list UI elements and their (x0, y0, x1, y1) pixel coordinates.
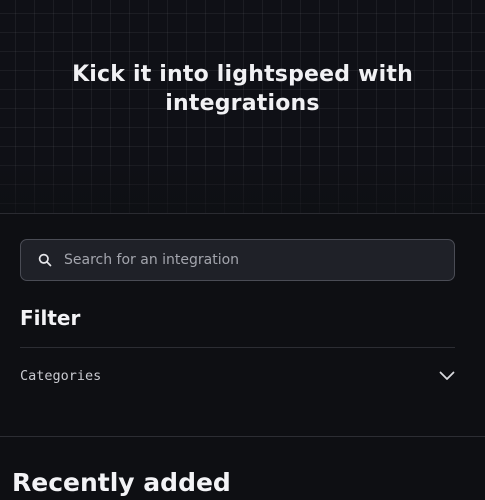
hero-banner: Kick it into lightspeed with integration… (0, 0, 485, 214)
search-input[interactable] (64, 252, 454, 268)
search-icon (38, 253, 52, 267)
categories-label: Categories (20, 368, 102, 384)
section-divider (0, 436, 485, 437)
filter-divider (20, 347, 455, 348)
categories-dropdown[interactable]: Categories (20, 362, 455, 390)
search-box[interactable] (20, 239, 455, 281)
filter-heading: Filter (20, 306, 81, 330)
recently-added-heading: Recently added (12, 468, 231, 497)
chevron-down-icon[interactable] (439, 371, 455, 381)
hero-title: Kick it into lightspeed with integration… (72, 62, 413, 116)
